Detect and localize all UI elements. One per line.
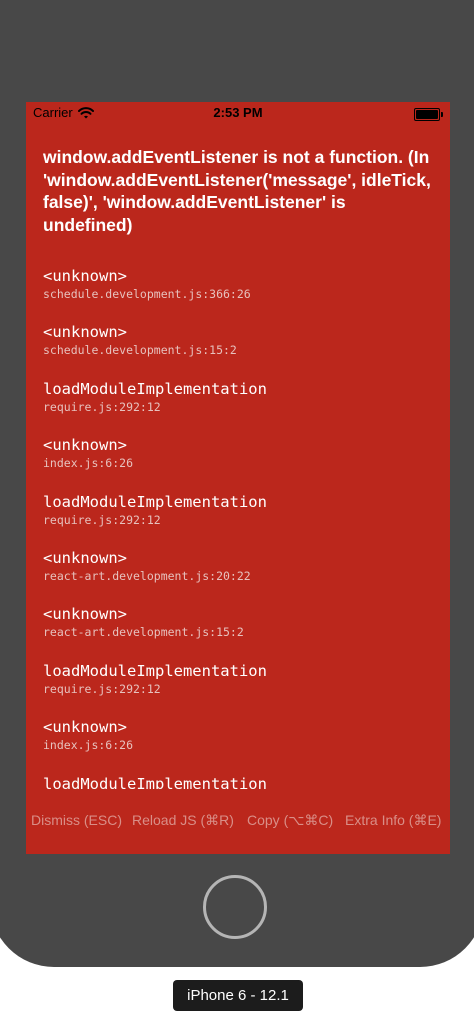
frame-file: require.js:292:12 [43, 681, 161, 696]
stack-frame[interactable]: loadModuleImplementation [43, 774, 443, 789]
stack-frame[interactable]: <unknown> react-art.development.js:20:22 [43, 548, 443, 604]
redbox-footer: Dismiss (ESC) Reload JS (⌘R) Copy (⌥⌘C) … [26, 810, 450, 832]
frame-method: <unknown> [43, 605, 127, 624]
frame-method: <unknown> [43, 718, 127, 737]
stack-frame[interactable]: <unknown> index.js:6:26 [43, 435, 443, 491]
device-label: iPhone 6 - 12.1 [173, 980, 303, 1011]
frame-file: react-art.development.js:20:22 [43, 568, 251, 583]
frame-file: require.js:292:12 [43, 399, 161, 414]
stack-frame[interactable]: <unknown> schedule.development.js:15:2 [43, 322, 443, 378]
battery-fill [416, 110, 438, 119]
frame-file: require.js:292:12 [43, 512, 161, 527]
frame-method: loadModuleImplementation [43, 661, 267, 680]
frame-method: <unknown> [43, 323, 127, 342]
stack-trace[interactable]: <unknown> schedule.development.js:366:26 <… [43, 266, 443, 789]
frame-method: loadModuleImplementation [43, 492, 267, 511]
copy-button[interactable]: Copy (⌥⌘C) [247, 812, 333, 829]
frame-method: <unknown> [43, 267, 127, 285]
stack-frame[interactable]: loadModuleImplementation require.js:292:1… [43, 492, 443, 548]
status-bar: Carrier 2:53 PM [26, 102, 450, 124]
simulator-screen: Carrier 2:53 PM window.addEventListener … [26, 102, 450, 854]
stack-frame[interactable]: loadModuleImplementation require.js:292:1… [43, 661, 443, 717]
battery-icon [414, 108, 443, 121]
extra-info-button[interactable]: Extra Info (⌘E) [345, 812, 441, 829]
frame-method: <unknown> [43, 548, 127, 567]
error-message: window.addEventListener is not a functio… [43, 147, 431, 235]
stack-frame[interactable]: loadModuleImplementation require.js:292:1… [43, 379, 443, 435]
stack-frame[interactable]: <unknown> schedule.development.js:366:26 [43, 266, 443, 322]
frame-file: schedule.development.js:15:2 [43, 343, 237, 358]
stack-frame[interactable]: <unknown> index.js:6:26 [43, 717, 443, 773]
home-button[interactable] [203, 875, 267, 939]
frame-file: react-art.development.js:15:2 [43, 625, 244, 640]
stack-frame[interactable]: <unknown> react-art.development.js:15:2 [43, 604, 443, 660]
frame-method: <unknown> [43, 436, 127, 455]
frame-method: loadModuleImplementation [43, 774, 267, 789]
frame-file: index.js:6:26 [43, 738, 134, 753]
dismiss-button[interactable]: Dismiss (ESC) [31, 812, 122, 828]
frame-file: schedule.development.js:366:26 [43, 287, 251, 301]
status-time: 2:53 PM [213, 105, 263, 120]
reload-button[interactable]: Reload JS (⌘R) [132, 812, 234, 829]
frame-file: index.js:6:26 [43, 456, 134, 471]
frame-method: loadModuleImplementation [43, 379, 267, 398]
